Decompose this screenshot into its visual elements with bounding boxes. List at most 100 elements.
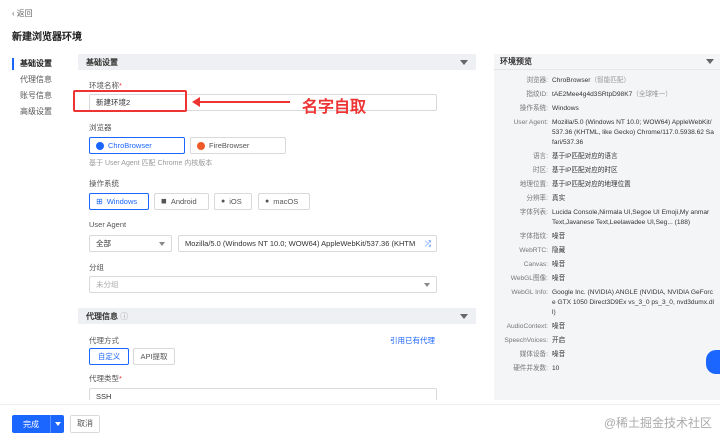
proxy-type-label: 代理类型* xyxy=(89,374,122,383)
preview-row-value: Google Inc. (NVIDIA) ANGLE (NVIDIA, NVID… xyxy=(552,289,715,316)
shuffle-icon[interactable]: ⤮ xyxy=(425,236,431,251)
preview-row-key: Canvas: xyxy=(523,261,548,268)
preview-row-key: WebGL图像: xyxy=(510,275,548,282)
preview-row-value: 噪音 xyxy=(552,233,566,240)
preview-row-value: 噪音 xyxy=(552,323,566,330)
proxy-type-select[interactable]: SSH xyxy=(89,388,437,400)
chevron-left-icon: ‹ xyxy=(12,9,15,18)
collapse-icon xyxy=(460,59,468,65)
side-nav: 基础设置 代理信息 账号信息 高级设置 xyxy=(12,56,72,120)
preview-row-value: tAE2Mee4g4d3SRtpD98K7（全球唯一） xyxy=(552,91,672,98)
nav-item-advanced[interactable]: 高级设置 xyxy=(12,104,72,120)
preview-row-value: 10 xyxy=(552,365,560,372)
cancel-button[interactable]: 取消 xyxy=(70,415,100,433)
proxy-mode-custom[interactable]: 自定义 xyxy=(89,348,129,365)
preview-row-key: AudioContext: xyxy=(506,323,548,330)
apple-icon: ● xyxy=(265,198,270,205)
chevron-down-icon xyxy=(424,283,430,287)
collapse-icon[interactable] xyxy=(706,59,714,64)
preview-row: WebGL Info: Google Inc. (NVIDIA) ANGLE (N… xyxy=(494,286,720,320)
preview-row-key: 浏览器: xyxy=(526,77,548,84)
windows-icon: ⊞ xyxy=(96,197,103,206)
preview-row: WebRTC: 隐藏 xyxy=(494,244,720,258)
preview-row-key: 操作系统: xyxy=(519,105,548,112)
os-option-windows[interactable]: ⊞ Windows xyxy=(89,193,149,210)
preview-row: AudioContext: 噪音 xyxy=(494,320,720,334)
preview-row-key: 语言: xyxy=(532,153,548,160)
os-option-android[interactable]: ◼ Android xyxy=(154,193,209,210)
section-proxy-header[interactable]: 代理信息 ⓘ xyxy=(78,308,476,324)
page: ‹ 返回 新建浏览器环境 基础设置 代理信息 账号信息 高级设置 基础设置 环境名… xyxy=(0,0,720,437)
use-existing-proxy-link[interactable]: 引用已有代理 xyxy=(390,335,435,346)
ua-label: User Agent xyxy=(89,220,127,229)
browser-option-chro[interactable]: ChroBrowser xyxy=(89,137,185,154)
collapse-icon xyxy=(460,313,468,319)
preview-row-key: 指纹ID: xyxy=(526,91,548,98)
preview-row: 硬件并发数: 10 xyxy=(494,362,720,376)
preview-header: 环境预览 xyxy=(494,54,720,70)
preview-row-value: 噪音 xyxy=(552,261,566,268)
proxy-mode-label: 代理方式 xyxy=(89,336,119,345)
firefox-icon xyxy=(197,141,205,150)
preview-row: 指纹ID: tAE2Mee4g4d3SRtpD98K7（全球唯一） xyxy=(494,88,720,102)
preview-panel: 环境预览 浏览器: ChroBrowser（智能匹配） 指纹ID: tAE2Mee4g… xyxy=(494,54,720,400)
chevron-down-icon[interactable] xyxy=(50,415,64,433)
preview-row-key: 地理位置: xyxy=(519,181,548,188)
preview-row-value: 基于IP匹配对应的语言 xyxy=(552,153,618,160)
browser-hint: 基于 User Agent 匹配 Chrome 内核版本 xyxy=(89,160,213,167)
floating-help-button[interactable] xyxy=(706,350,720,374)
proxy-mode-api[interactable]: API提取 xyxy=(133,348,175,365)
topbar: ‹ 返回 新建浏览器环境 xyxy=(0,0,720,48)
preview-row: 字体列表: Lucida Console,Nirmala UI,Segoe UI … xyxy=(494,206,720,230)
nav-item-basic[interactable]: 基础设置 xyxy=(12,56,72,72)
preview-row-value: 基于IP匹配对应的时区 xyxy=(552,167,618,174)
os-option-macos[interactable]: ● macOS xyxy=(258,193,310,210)
preview-row-value: 隐藏 xyxy=(552,247,566,254)
preview-row: 地理位置: 基于IP匹配对应的地理位置 xyxy=(494,178,720,192)
preview-row-key: User Agent: xyxy=(513,119,548,126)
preview-row: 媒体设备: 噪音 xyxy=(494,348,720,362)
preview-row: 语言: 基于IP匹配对应的语言 xyxy=(494,150,720,164)
preview-row-value: Lucida Console,Nirmala UI,Segoe UI Emoji… xyxy=(552,209,710,226)
bottom-bar: 完成 取消 @稀土掘金技术社区 xyxy=(0,404,720,437)
preview-row: 时区: 基于IP匹配对应的时区 xyxy=(494,164,720,178)
preview-row-value: 真实 xyxy=(552,195,566,202)
preview-rows: 浏览器: ChroBrowser（智能匹配） 指纹ID: tAE2Mee4g4d3SR… xyxy=(494,70,720,376)
nav-item-account[interactable]: 账号信息 xyxy=(12,88,72,104)
preview-row: 字体指纹: 噪音 xyxy=(494,230,720,244)
preview-row: SpeechVoices: 开启 xyxy=(494,334,720,348)
group-label: 分组 xyxy=(89,263,104,272)
nav-item-proxy[interactable]: 代理信息 xyxy=(12,72,72,88)
browser-option-fire[interactable]: FireBrowser xyxy=(190,137,286,154)
preview-row-value: Windows xyxy=(552,105,579,112)
ua-scope-select[interactable]: 全部 xyxy=(89,235,172,252)
chrome-icon xyxy=(96,141,104,150)
browser-label: 浏览器 xyxy=(89,123,112,132)
preview-row-key: 分辨率: xyxy=(526,195,548,202)
preview-row-value: 噪音 xyxy=(552,275,566,282)
preview-row-key: 时区: xyxy=(532,167,548,174)
group-select[interactable]: 未分组 xyxy=(89,276,437,293)
preview-row-value: Mozilla/5.0 (Windows NT 10.0; WOW64) App… xyxy=(552,119,714,146)
preview-row: User Agent: Mozilla/5.0 (Windows NT 10.0;… xyxy=(494,116,720,150)
back-link[interactable]: ‹ 返回 xyxy=(12,8,33,19)
watermark: @稀土掘金技术社区 xyxy=(603,416,712,430)
done-button[interactable]: 完成 xyxy=(12,415,64,433)
os-option-ios[interactable]: ● iOS xyxy=(214,193,252,210)
preview-row-key: WebGL Info: xyxy=(511,289,548,296)
preview-row: 浏览器: ChroBrowser（智能匹配） xyxy=(494,74,720,88)
section-basic-header[interactable]: 基础设置 xyxy=(78,54,476,70)
ua-input[interactable]: Mozilla/5.0 (Windows NT 10.0; WOW64) App… xyxy=(178,235,437,252)
annotation-arrow xyxy=(198,101,290,103)
preview-row-key: WebRTC: xyxy=(519,247,548,254)
preview-row: WebGL图像: 噪音 xyxy=(494,272,720,286)
help-icon: ⓘ xyxy=(120,311,129,321)
preview-row-key: 硬件并发数: xyxy=(513,365,548,372)
preview-row-value: ChroBrowser（智能匹配） xyxy=(552,77,631,84)
preview-row: Canvas: 噪音 xyxy=(494,258,720,272)
preview-row: 操作系统: Windows xyxy=(494,102,720,116)
preview-row-value: 噪音 xyxy=(552,351,566,358)
preview-row-key: 字体指纹: xyxy=(519,233,548,240)
preview-row: 分辨率: 真实 xyxy=(494,192,720,206)
preview-row-value: 开启 xyxy=(552,337,566,344)
